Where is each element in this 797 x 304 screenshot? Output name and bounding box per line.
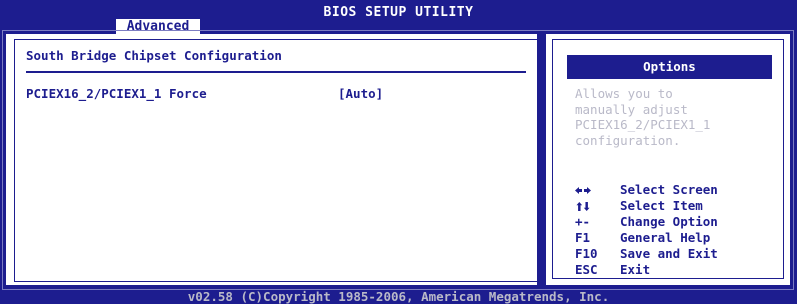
section-heading: South Bridge Chipset Configuration: [26, 48, 282, 63]
window-title: BIOS SETUP UTILITY: [323, 5, 474, 20]
key-desc: Select Item: [620, 198, 703, 213]
up-down-arrows-icon: [575, 198, 611, 213]
key-desc: General Help: [620, 230, 711, 245]
tab-advanced[interactable]: Advanced: [116, 19, 200, 34]
setting-label-pciex-force[interactable]: PCIEX16_2/PCIEX1_1 Force: [26, 86, 207, 101]
setting-value-pciex-force[interactable]: [Auto]: [338, 86, 383, 101]
key-desc: Save and Exit: [620, 246, 718, 261]
copyright-footer: v02.58 (C)Copyright 1985-2006, American …: [187, 289, 610, 304]
heading-underline: [26, 71, 526, 73]
key-label: F1: [575, 230, 591, 245]
panel-divider: [537, 34, 543, 286]
bios-screen: BIOS SETUP UTILITY Advanced South Bridge…: [0, 0, 797, 304]
key-label: ESC: [575, 262, 598, 277]
key-label: +-: [575, 214, 591, 229]
left-right-arrows-icon: [575, 182, 611, 197]
key-desc: Select Screen: [620, 182, 718, 197]
help-description: Allows you to manually adjust PCIEX16_2/…: [575, 86, 711, 148]
key-desc: Change Option: [620, 214, 718, 229]
key-desc: Exit: [620, 262, 651, 277]
options-header: Options: [567, 55, 772, 79]
settings-panel-border: [14, 39, 538, 282]
key-label: F10: [575, 246, 598, 261]
